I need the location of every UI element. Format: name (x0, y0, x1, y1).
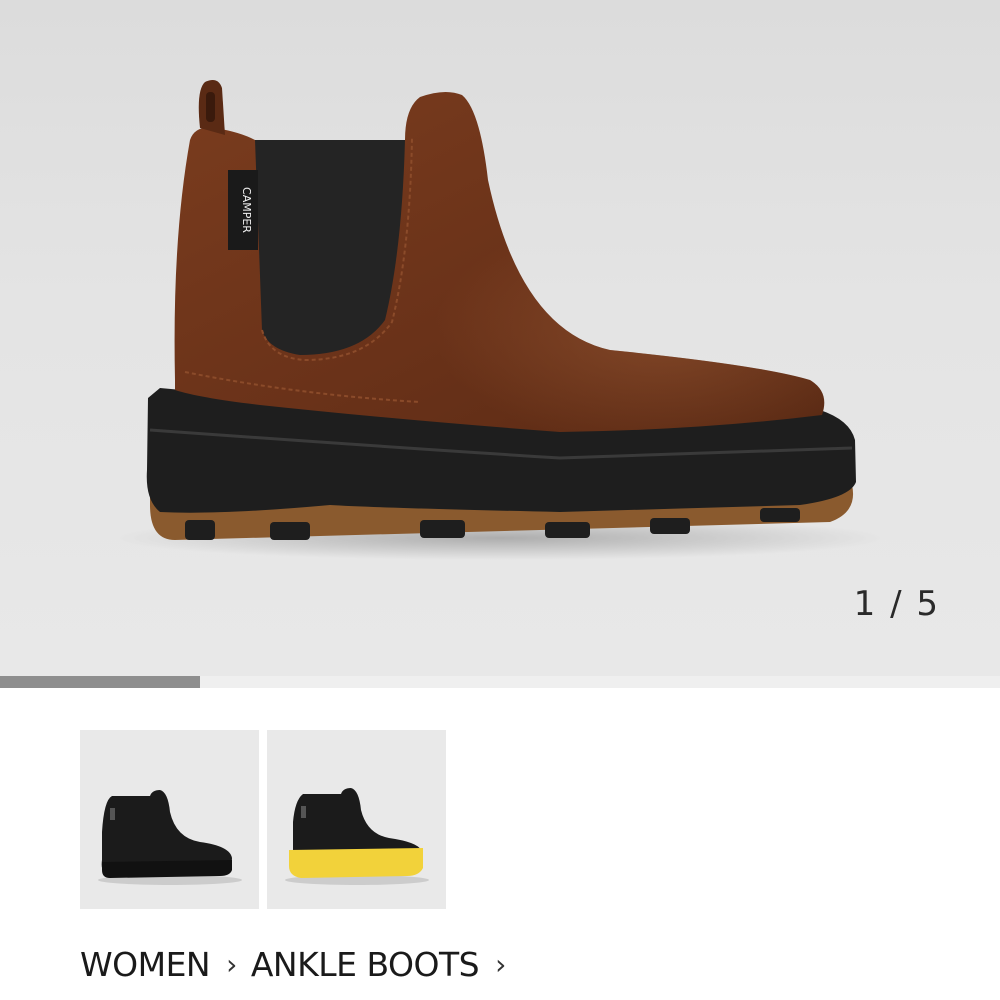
color-variant-thumbnails (80, 730, 446, 909)
gallery-progress-fill (0, 676, 200, 688)
black-chelsea-boot-thumbnail[interactable] (80, 730, 259, 909)
breadcrumb-ankle-boots[interactable]: ANKLE BOOTS (251, 945, 480, 984)
black-boot-image (98, 790, 242, 885)
yellow-sole-boot-image (285, 788, 429, 885)
chevron-right-icon: › (495, 948, 506, 981)
product-main-image[interactable]: CAMPER 1 / 5 (0, 0, 1000, 676)
brown-boot-illustration: CAMPER (110, 80, 890, 560)
breadcrumb: WOMEN › ANKLE BOOTS › (80, 945, 520, 984)
breadcrumb-women[interactable]: WOMEN (80, 945, 211, 984)
chevron-right-icon: › (226, 948, 237, 981)
gallery-progress-bar (0, 676, 1000, 688)
image-counter: 1 / 5 (853, 584, 940, 624)
boot-brand-label: CAMPER (240, 187, 253, 233)
black-yellow-sole-boot-thumbnail[interactable] (267, 730, 446, 909)
